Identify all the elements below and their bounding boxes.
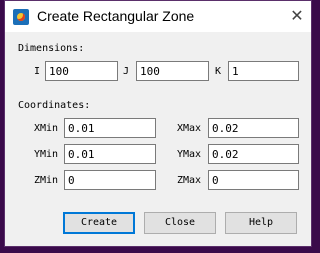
title-bar[interactable]: Create Rectangular Zone ✕	[5, 1, 311, 32]
zmax-label: ZMax	[177, 175, 202, 186]
i-label: I	[34, 66, 41, 77]
ymin-field[interactable]	[64, 144, 156, 164]
ymax-field[interactable]	[208, 144, 299, 164]
xmin-label: XMin	[34, 123, 59, 134]
ymin-label: YMin	[34, 149, 59, 160]
k-label: K	[215, 66, 222, 77]
create-button[interactable]: Create	[63, 212, 135, 234]
close-icon[interactable]: ✕	[287, 5, 307, 27]
dimensions-section-label: Dimensions:	[18, 43, 85, 54]
xmax-field[interactable]	[208, 118, 299, 138]
window-title: Create Rectangular Zone	[37, 8, 195, 24]
j-field[interactable]	[136, 61, 209, 81]
ymax-label: YMax	[177, 149, 202, 160]
xmin-field[interactable]	[64, 118, 156, 138]
k-field[interactable]	[228, 61, 299, 81]
zmax-field[interactable]	[208, 170, 299, 190]
i-field[interactable]	[45, 61, 118, 81]
app-icon	[13, 9, 29, 25]
xmax-label: XMax	[177, 123, 202, 134]
create-rectangular-zone-dialog: Create Rectangular Zone ✕ Dimensions: I …	[4, 0, 312, 247]
close-button[interactable]: Close	[144, 212, 216, 234]
zmin-field[interactable]	[64, 170, 156, 190]
zmin-label: ZMin	[34, 175, 59, 186]
j-label: J	[123, 66, 130, 77]
coordinates-section-label: Coordinates:	[18, 100, 91, 111]
help-button[interactable]: Help	[225, 212, 297, 234]
